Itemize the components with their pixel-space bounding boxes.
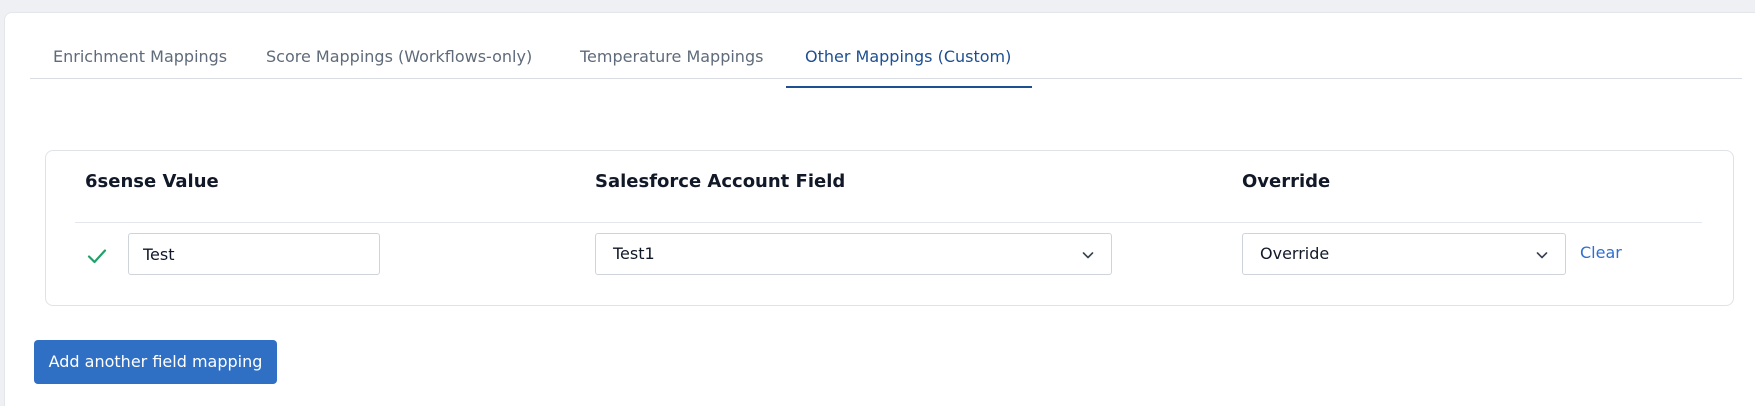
- column-header-6sense-value: 6sense Value: [85, 171, 219, 192]
- tab-score-mappings[interactable]: Score Mappings (Workflows-only): [266, 46, 532, 68]
- tab-other-mappings[interactable]: Other Mappings (Custom): [805, 46, 1011, 68]
- override-select[interactable]: Override: [1242, 233, 1566, 275]
- salesforce-field-select[interactable]: Test1: [595, 233, 1112, 275]
- active-tab-indicator: [786, 86, 1032, 88]
- check-icon: [87, 249, 107, 264]
- add-field-mapping-button[interactable]: Add another field mapping: [34, 340, 277, 384]
- tab-temperature-mappings[interactable]: Temperature Mappings: [580, 46, 763, 68]
- sixsense-value-input[interactable]: [128, 233, 380, 275]
- field-mapping-table: [45, 150, 1734, 306]
- column-header-override: Override: [1242, 171, 1331, 192]
- column-header-salesforce-field: Salesforce Account Field: [595, 171, 846, 192]
- chevron-down-icon: [1082, 252, 1094, 259]
- tab-enrichment-mappings[interactable]: Enrichment Mappings: [53, 46, 227, 68]
- salesforce-field-selected-value: Test1: [613, 244, 655, 263]
- header-divider: [75, 222, 1702, 223]
- override-selected-value: Override: [1260, 244, 1330, 263]
- clear-link[interactable]: Clear: [1580, 242, 1622, 264]
- chevron-down-icon: [1536, 252, 1548, 259]
